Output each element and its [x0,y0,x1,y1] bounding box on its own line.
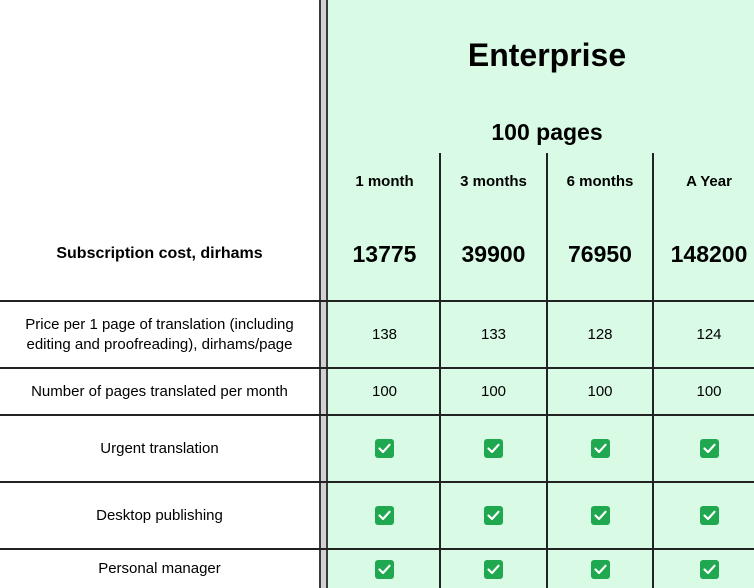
checkbox-checked-icon [484,559,503,579]
pages-per-month-1-month: 100 [371,383,398,400]
pages-per-month-6-months: 100 [587,383,613,400]
checkbox-checked-icon [590,559,610,579]
price-per-page-1-month: 138 [371,326,398,343]
urgent-translation-6-months [548,416,652,481]
personal-manager-1-month [330,550,439,588]
pages-per-month-3-months: 100 [480,383,507,400]
urgent-translation-1-month [330,416,439,481]
pages-per-month-a-year: 100 [696,383,722,400]
cost-1-month: 13775 [352,240,417,267]
desktop-publishing-1-month [330,483,439,548]
personal-manager-a-year [654,550,754,588]
period-3-months: 3 months [460,172,527,190]
price-per-page-3-months: 133 [480,326,507,343]
desktop-publishing-label: Desktop publishing [96,506,223,524]
checkbox-checked-icon [484,439,503,458]
pages-per-month-label: Number of pages translated per month [31,382,288,400]
checkbox-checked-icon [699,506,719,525]
cost-3-months: 39900 [461,240,526,267]
checkbox-checked-icon [375,559,394,579]
plan-title: Enterprise [467,37,627,73]
checkbox-checked-icon [375,439,394,458]
checkbox-checked-icon [699,439,719,458]
period-a-year: A Year [686,172,732,190]
checkbox-checked-icon [375,506,394,525]
urgent-translation-a-year [654,416,754,481]
period-1-month: 1 month [355,172,414,190]
urgent-translation-3-months [441,416,546,481]
desktop-publishing-6-months [548,483,652,548]
checkbox-checked-icon [699,559,719,579]
cost-6-months: 76950 [568,240,632,267]
plan-pages: 100 pages [491,119,603,145]
column-divider [319,0,328,588]
period-6-months: 6 months [566,172,634,190]
subscription-cost-label: Subscription cost, dirhams [56,245,263,262]
personal-manager-label: Personal manager [98,560,221,577]
price-per-page-6-months: 128 [587,326,613,343]
personal-manager-3-months [441,550,546,588]
personal-manager-6-months [548,550,652,588]
checkbox-checked-icon [484,506,503,525]
price-per-page-label: Price per 1 page of translation (includi… [25,315,294,353]
urgent-translation-label: Urgent translation [100,439,219,457]
desktop-publishing-3-months [441,483,546,548]
desktop-publishing-a-year [654,483,754,548]
cost-a-year: 148200 [670,240,748,267]
checkbox-checked-icon [590,506,610,525]
checkbox-checked-icon [590,439,610,458]
price-per-page-a-year: 124 [696,326,722,343]
